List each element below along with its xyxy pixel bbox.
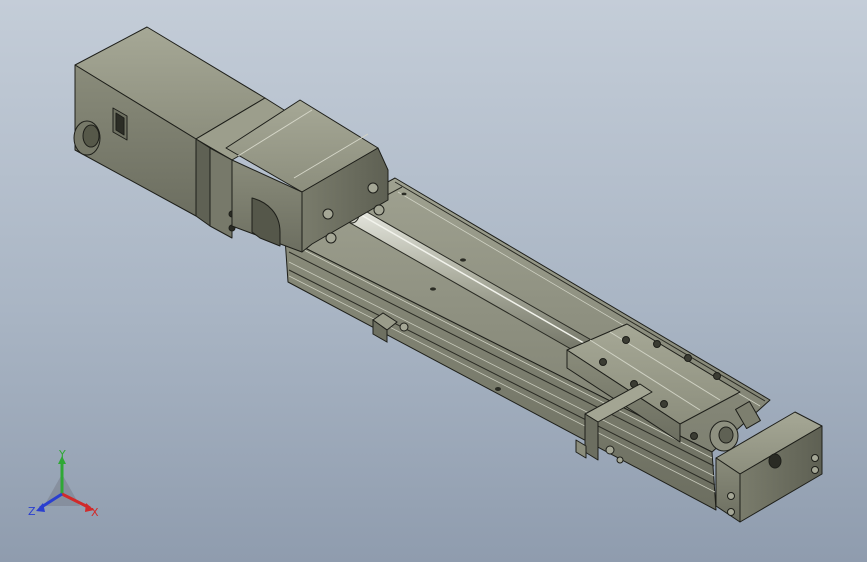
x-axis-label: X [91,506,99,519]
y-axis-label: Y [58,448,66,461]
model-canvas[interactable]: Y Z X [0,0,867,562]
z-axis-label: Z [28,505,36,518]
cad-viewport[interactable]: Y Z X [0,0,867,562]
coordinate-triad: Y Z X [28,448,99,519]
